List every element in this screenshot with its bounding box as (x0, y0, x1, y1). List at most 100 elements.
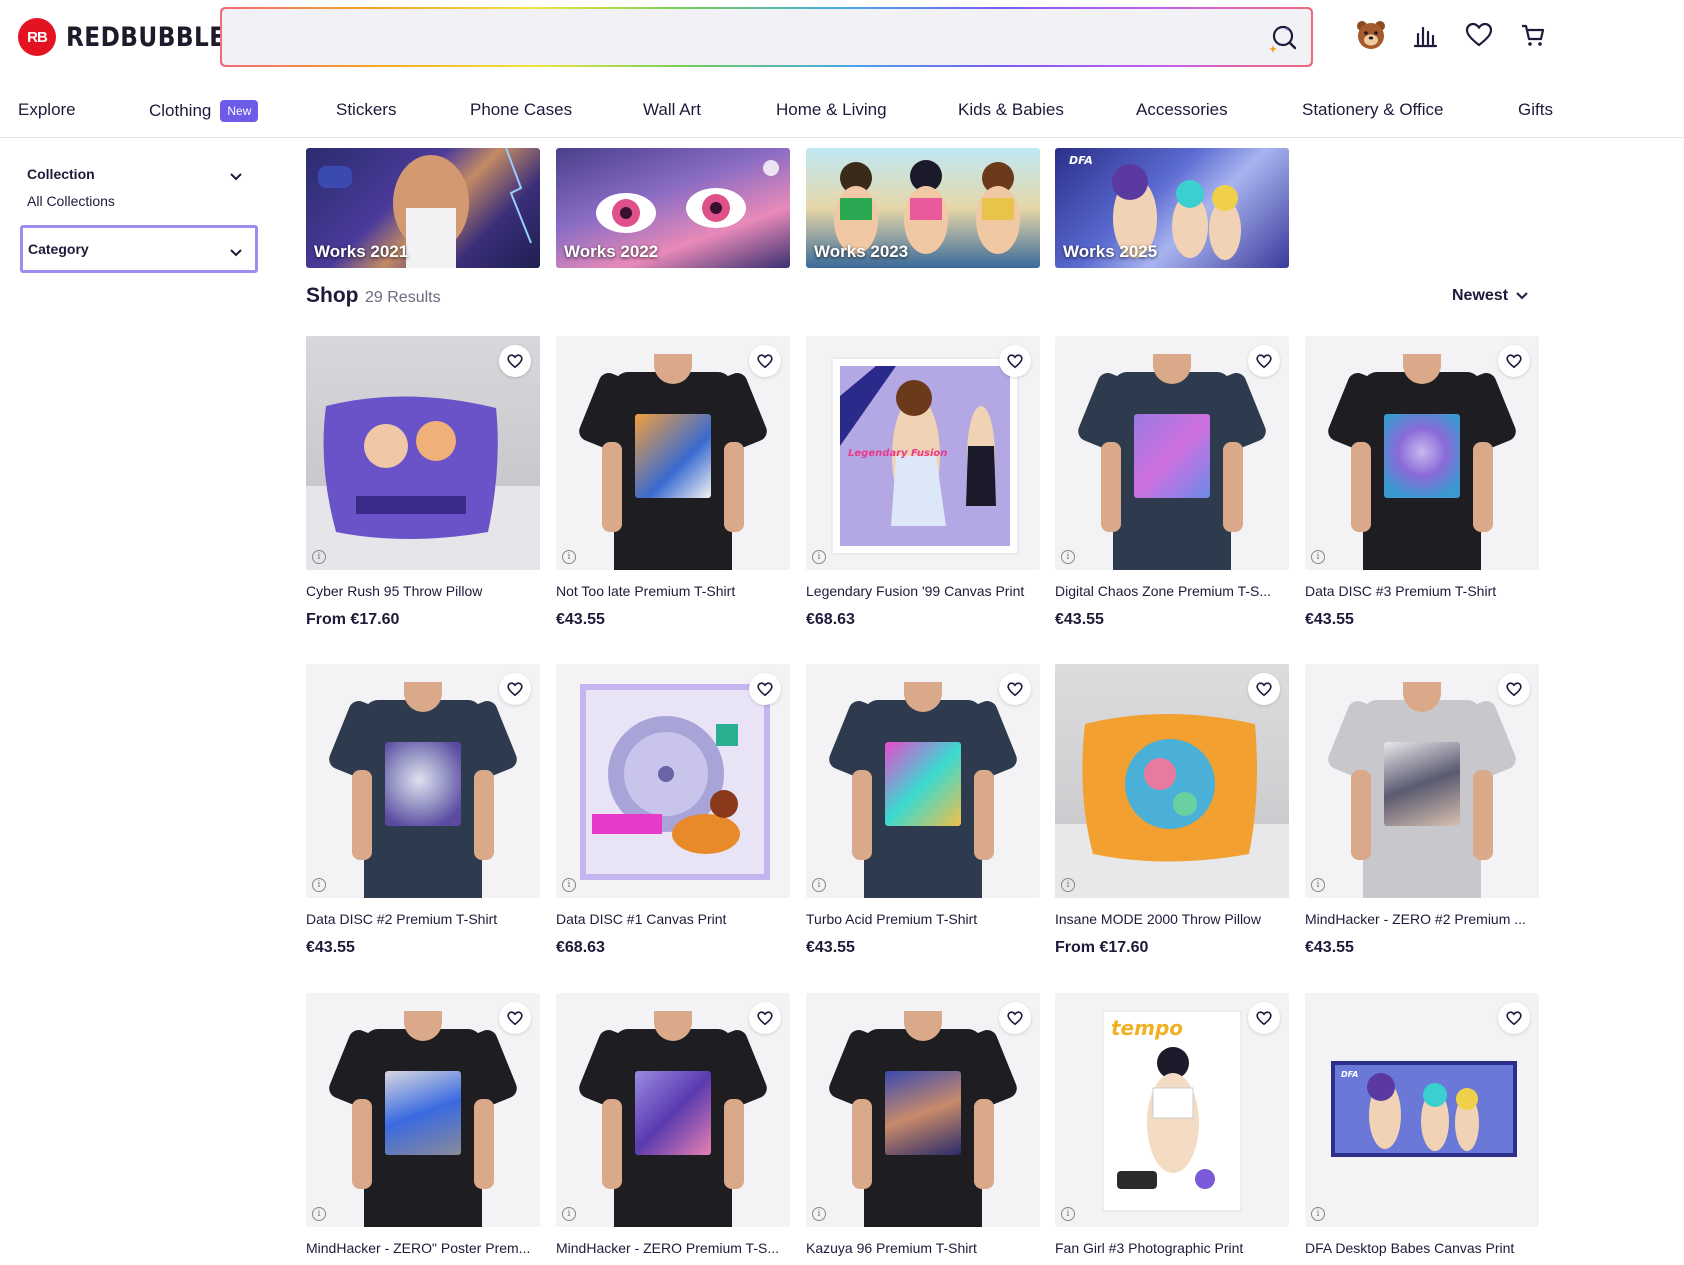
product-card[interactable]: Legendary Fusion i Legendary Fusion '99 … (806, 336, 1040, 629)
product-title[interactable]: MindHacker - ZERO Premium T-S... (556, 1240, 790, 1256)
product-title[interactable]: MindHacker - ZERO" Poster Prem... (306, 1240, 540, 1256)
product-image[interactable]: i (806, 993, 1040, 1227)
product-image[interactable]: i (556, 993, 790, 1227)
product-card[interactable]: i MindHacker - ZERO" Poster Prem... (306, 993, 540, 1256)
nav-stickers[interactable]: Stickers (336, 100, 396, 120)
product-image[interactable]: i (1055, 664, 1289, 898)
info-icon[interactable]: i (562, 550, 576, 564)
product-title[interactable]: Insane MODE 2000 Throw Pillow (1055, 911, 1289, 927)
info-icon[interactable]: i (812, 878, 826, 892)
favorite-heart-icon[interactable] (1498, 345, 1530, 377)
product-card[interactable]: i Data DISC #1 Canvas Print €68.63 (556, 664, 790, 957)
works-banner-2025[interactable]: DFA Works 2025 (1055, 148, 1289, 268)
product-title[interactable]: MindHacker - ZERO #2 Premium ... (1305, 911, 1539, 927)
product-card[interactable]: i Kazuya 96 Premium T-Shirt (806, 993, 1040, 1256)
product-card[interactable]: i Data DISC #2 Premium T-Shirt €43.55 (306, 664, 540, 957)
product-card[interactable]: i Data DISC #3 Premium T-Shirt €43.55 (1305, 336, 1539, 629)
nav-stationery-office[interactable]: Stationery & Office (1302, 100, 1443, 120)
info-icon[interactable]: i (312, 878, 326, 892)
product-title[interactable]: Fan Girl #3 Photographic Print (1055, 1240, 1289, 1256)
product-card[interactable]: i MindHacker - ZERO #2 Premium ... €43.5… (1305, 664, 1539, 957)
product-title[interactable]: Data DISC #3 Premium T-Shirt (1305, 583, 1539, 599)
product-title[interactable]: Data DISC #2 Premium T-Shirt (306, 911, 540, 927)
favorite-heart-icon[interactable] (1498, 1002, 1530, 1034)
product-card[interactable]: i Not Too late Premium T-Shirt €43.55 (556, 336, 790, 629)
collection-value[interactable]: All Collections (27, 193, 115, 209)
category-filter[interactable]: Category (20, 225, 258, 273)
favorite-heart-icon[interactable] (499, 345, 531, 377)
product-image[interactable]: Legendary Fusion i (806, 336, 1040, 570)
product-card[interactable]: DFA i DFA Desktop Babes Canvas Print (1305, 993, 1539, 1256)
info-icon[interactable]: i (1061, 1207, 1075, 1221)
product-image[interactable]: i (1055, 336, 1289, 570)
nav-phone-cases[interactable]: Phone Cases (470, 100, 572, 120)
product-title[interactable]: Kazuya 96 Premium T-Shirt (806, 1240, 1040, 1256)
product-image[interactable]: i (306, 993, 540, 1227)
product-image[interactable]: i (1305, 664, 1539, 898)
nav-kids-babies[interactable]: Kids & Babies (958, 100, 1064, 120)
product-image[interactable]: DFA i (1305, 993, 1539, 1227)
product-card[interactable]: i Digital Chaos Zone Premium T-S... €43.… (1055, 336, 1289, 629)
info-icon[interactable]: i (812, 550, 826, 564)
product-title[interactable]: Turbo Acid Premium T-Shirt (806, 911, 1040, 927)
nav-accessories[interactable]: Accessories (1136, 100, 1228, 120)
info-icon[interactable]: i (562, 1207, 576, 1221)
works-banner-2023[interactable]: Works 2023 (806, 148, 1040, 268)
product-image[interactable]: i (556, 336, 790, 570)
info-icon[interactable]: i (312, 550, 326, 564)
info-icon[interactable]: i (812, 1207, 826, 1221)
favorite-heart-icon[interactable] (749, 673, 781, 705)
info-icon[interactable]: i (1311, 878, 1325, 892)
collection-filter-heading[interactable]: Collection (27, 166, 95, 182)
info-icon[interactable]: i (312, 1207, 326, 1221)
product-card[interactable]: tempo i Fan Girl #3 Photographic Print (1055, 993, 1289, 1256)
product-card[interactable]: i Turbo Acid Premium T-Shirt €43.55 (806, 664, 1040, 957)
favorites-heart-icon[interactable] (1463, 18, 1495, 52)
chevron-down-icon[interactable] (230, 168, 242, 186)
nav-explore[interactable]: Explore (18, 100, 76, 120)
favorite-heart-icon[interactable] (749, 345, 781, 377)
works-banner-2021[interactable]: Works 2021 (306, 148, 540, 268)
redbubble-logo[interactable]: RB REDBUBBLE (18, 18, 251, 56)
favorite-heart-icon[interactable] (999, 673, 1031, 705)
nav-wall-art[interactable]: Wall Art (643, 100, 701, 120)
nav-home-living[interactable]: Home & Living (776, 100, 887, 120)
search-input[interactable] (222, 9, 1311, 65)
product-title[interactable]: Digital Chaos Zone Premium T-S... (1055, 583, 1289, 599)
favorite-heart-icon[interactable] (1248, 673, 1280, 705)
product-title[interactable]: Not Too late Premium T-Shirt (556, 583, 790, 599)
favorite-heart-icon[interactable] (499, 1002, 531, 1034)
stats-icon[interactable] (1409, 18, 1441, 52)
product-image[interactable]: i (306, 664, 540, 898)
product-image[interactable]: i (806, 664, 1040, 898)
avatar-bear-icon[interactable] (1355, 18, 1387, 52)
sparkle-search-icon[interactable] (1267, 23, 1297, 53)
product-title[interactable]: DFA Desktop Babes Canvas Print (1305, 1240, 1539, 1256)
product-title[interactable]: Cyber Rush 95 Throw Pillow (306, 583, 540, 599)
favorite-heart-icon[interactable] (999, 1002, 1031, 1034)
product-image[interactable]: i (306, 336, 540, 570)
favorite-heart-icon[interactable] (999, 345, 1031, 377)
favorite-heart-icon[interactable] (1248, 345, 1280, 377)
nav-clothing[interactable]: Clothing New (149, 100, 259, 122)
product-card[interactable]: i MindHacker - ZERO Premium T-S... (556, 993, 790, 1256)
product-card[interactable]: i Cyber Rush 95 Throw Pillow From €17.60 (306, 336, 540, 629)
favorite-heart-icon[interactable] (499, 673, 531, 705)
product-card[interactable]: i Insane MODE 2000 Throw Pillow From €17… (1055, 664, 1289, 957)
nav-gifts[interactable]: Gifts (1518, 100, 1553, 120)
product-image[interactable]: tempo i (1055, 993, 1289, 1227)
info-icon[interactable]: i (1311, 1207, 1325, 1221)
info-icon[interactable]: i (1311, 550, 1325, 564)
product-image[interactable]: i (556, 664, 790, 898)
product-title[interactable]: Data DISC #1 Canvas Print (556, 911, 790, 927)
info-icon[interactable]: i (1061, 550, 1075, 564)
cart-icon[interactable] (1517, 18, 1549, 52)
favorite-heart-icon[interactable] (749, 1002, 781, 1034)
favorite-heart-icon[interactable] (1248, 1002, 1280, 1034)
sort-dropdown[interactable]: Newest (1452, 287, 1528, 305)
product-title[interactable]: Legendary Fusion '99 Canvas Print (806, 583, 1040, 599)
works-banner-2022[interactable]: Works 2022 (556, 148, 790, 268)
product-image[interactable]: i (1305, 336, 1539, 570)
info-icon[interactable]: i (562, 878, 576, 892)
info-icon[interactable]: i (1061, 878, 1075, 892)
